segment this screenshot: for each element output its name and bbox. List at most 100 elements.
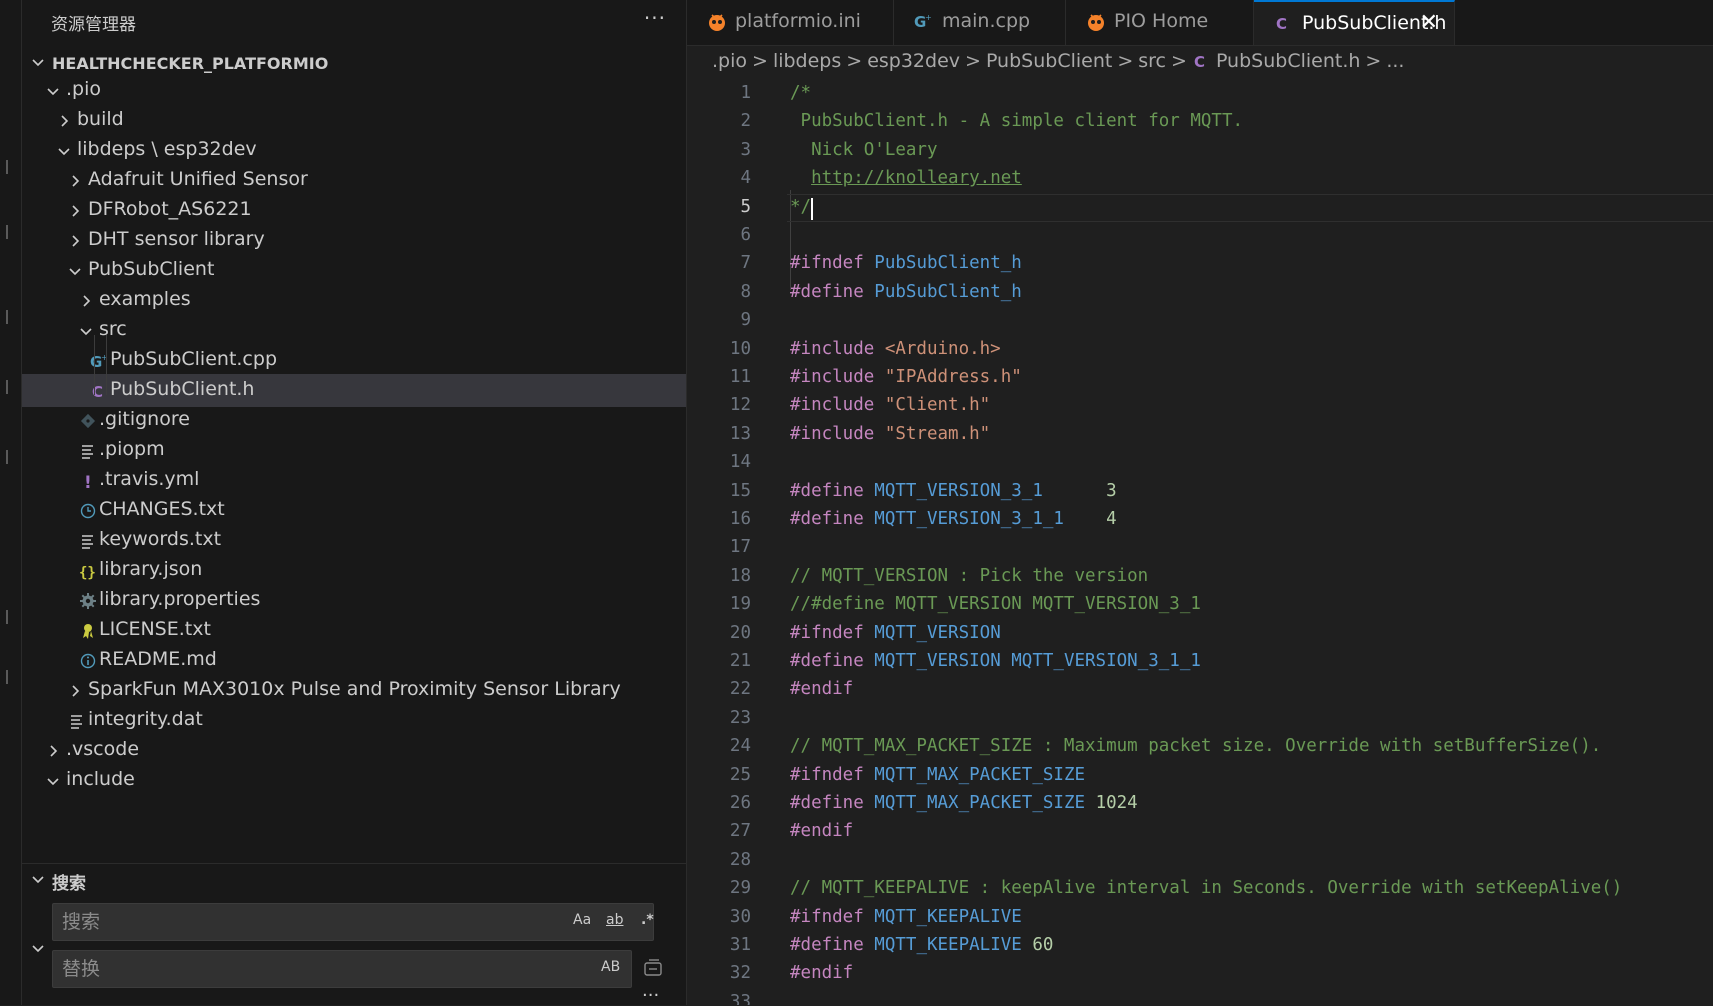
folder-row[interactable]: SparkFun MAX3010x Pulse and Proximity Se… — [22, 674, 686, 707]
match-whole-word-toggle[interactable]: ab — [606, 912, 623, 928]
folder-row[interactable]: include — [22, 764, 686, 797]
code-line[interactable]: 13 #include "Stream.h" — [687, 421, 1713, 449]
chevron-right-icon[interactable] — [67, 172, 85, 190]
code-line[interactable]: 18 // MQTT_VERSION : Pick the version — [687, 563, 1713, 591]
code-line[interactable]: 5 */ — [687, 193, 1713, 222]
chevron-down-icon[interactable] — [45, 82, 63, 100]
code-line[interactable]: 31 #define MQTT_KEEPALIVE 60 — [687, 932, 1713, 960]
file-row[interactable]: .gitignore — [22, 404, 686, 437]
file-row[interactable]: G + PubSubClient.cpp — [22, 344, 686, 377]
code-line[interactable]: 16 #define MQTT_VERSION_3_1_1 4 — [687, 506, 1713, 534]
chevron-right-icon[interactable] — [56, 112, 74, 130]
search-input[interactable] — [53, 904, 544, 940]
tab-main-cpp[interactable]: G + main.cpp — [894, 0, 1066, 45]
tab-platformio-ini[interactable]: platformio.ini — [687, 0, 894, 45]
folder-row[interactable]: .vscode — [22, 734, 686, 767]
breadcrumb-item[interactable]: PubSubClient — [986, 50, 1112, 72]
search-panel-header[interactable]: 搜索 — [22, 863, 686, 896]
breadcrumb-item[interactable]: esp32dev — [867, 50, 960, 72]
code-line[interactable]: 17 — [687, 534, 1713, 562]
code-line[interactable]: 28 — [687, 847, 1713, 875]
breadcrumb-item[interactable]: PubSubClient.h — [1216, 50, 1360, 72]
code-line[interactable]: 11 #include "IPAddress.h" — [687, 364, 1713, 392]
file-row[interactable]: ! .travis.yml — [22, 464, 686, 497]
folder-row[interactable]: examples — [22, 284, 686, 317]
code-line[interactable]: 21 #define MQTT_VERSION MQTT_VERSION_3_1_… — [687, 648, 1713, 676]
activity-marker[interactable] — [0, 670, 8, 684]
match-case-toggle[interactable]: Aa — [573, 912, 591, 928]
file-row[interactable]: integrity.dat — [22, 704, 686, 737]
code-line[interactable]: 2 PubSubClient.h - A simple client for M… — [687, 108, 1713, 136]
folder-row[interactable]: Adafruit Unified Sensor — [22, 164, 686, 197]
breadcrumb-item[interactable]: libdeps — [773, 50, 841, 72]
file-row[interactable]: {} library.json — [22, 554, 686, 587]
chevron-right-icon[interactable] — [67, 682, 85, 700]
breadcrumb-item[interactable]: .pio — [712, 50, 747, 72]
code-line[interactable]: 25 #ifndef MQTT_MAX_PACKET_SIZE — [687, 762, 1713, 790]
chevron-down-icon[interactable] — [45, 772, 63, 790]
folder-row[interactable]: PubSubClient — [22, 254, 686, 287]
file-row[interactable]: keywords.txt — [22, 524, 686, 557]
more-actions-icon[interactable]: ··· — [644, 6, 666, 30]
folder-row[interactable]: src — [22, 314, 686, 347]
preserve-case-toggle[interactable]: AB — [601, 959, 620, 975]
activity-marker[interactable] — [0, 380, 8, 394]
breadcrumb-item[interactable]: src — [1138, 50, 1166, 72]
folder-row[interactable]: DFRobot_AS6221 — [22, 194, 686, 227]
code-line[interactable]: 24 // MQTT_MAX_PACKET_SIZE : Maximum pack… — [687, 733, 1713, 761]
code-line[interactable]: 8 #define PubSubClient_h — [687, 279, 1713, 307]
code-line[interactable]: 6 — [687, 222, 1713, 250]
code-line[interactable]: 12 #include "Client.h" — [687, 392, 1713, 420]
chevron-down-icon[interactable] — [56, 142, 74, 160]
activity-marker[interactable] — [0, 160, 8, 174]
file-row[interactable]: .piopm — [22, 434, 686, 467]
replace-all-icon[interactable] — [642, 957, 666, 979]
activity-marker[interactable] — [0, 610, 8, 624]
more-actions-icon[interactable]: ··· — [642, 985, 659, 1006]
file-row[interactable]: C PubSubClient.h — [22, 374, 686, 407]
folder-row[interactable]: libdeps \ esp32dev — [22, 134, 686, 167]
project-header[interactable]: HEALTHCHECKER_PLATFORMIO — [22, 48, 686, 78]
code-line[interactable]: 3 Nick O'Leary — [687, 137, 1713, 165]
code-line[interactable]: 32 #endif — [687, 960, 1713, 988]
chevron-right-icon[interactable] — [67, 232, 85, 250]
file-row[interactable]: library.properties — [22, 584, 686, 617]
tab-pio-home[interactable]: PIO Home — [1066, 0, 1254, 45]
code-line[interactable]: 29 // MQTT_KEEPALIVE : keepAlive interval… — [687, 875, 1713, 903]
code-line[interactable]: 27 #endif — [687, 818, 1713, 846]
regex-toggle[interactable]: .* — [641, 912, 654, 928]
chevron-right-icon[interactable] — [45, 742, 63, 760]
activity-marker[interactable] — [0, 450, 8, 464]
replace-toggle-chevron-icon[interactable] — [30, 940, 46, 960]
code-line[interactable]: 1 /* — [687, 80, 1713, 108]
chevron-down-icon[interactable] — [30, 871, 46, 891]
code-line[interactable]: 19 //#define MQTT_VERSION MQTT_VERSION_3_… — [687, 591, 1713, 619]
file-row[interactable]: CHANGES.txt — [22, 494, 686, 527]
activity-marker[interactable] — [0, 310, 8, 324]
code-line[interactable]: 33 — [687, 989, 1713, 1005]
chevron-down-icon[interactable] — [30, 54, 46, 74]
chevron-down-icon[interactable] — [67, 262, 85, 280]
replace-input[interactable] — [53, 951, 527, 987]
code-editor[interactable]: 1 /* 2 PubSubClient.h - A simple client fo… — [687, 80, 1713, 1005]
file-row[interactable]: LICENSE.txt — [22, 614, 686, 647]
code-line[interactable]: 30 #ifndef MQTT_KEEPALIVE — [687, 904, 1713, 932]
folder-row[interactable]: build — [22, 104, 686, 137]
folder-row[interactable]: DHT sensor library — [22, 224, 686, 257]
chevron-right-icon[interactable] — [78, 292, 96, 310]
code-line[interactable]: 14 — [687, 449, 1713, 477]
code-line[interactable]: 22 #endif — [687, 676, 1713, 704]
activity-marker[interactable] — [0, 225, 8, 239]
code-line[interactable]: 23 — [687, 705, 1713, 733]
file-row[interactable]: README.md — [22, 644, 686, 677]
code-line[interactable]: 10 #include <Arduino.h> — [687, 336, 1713, 364]
code-line[interactable]: 4 http://knolleary.net — [687, 165, 1713, 193]
close-icon[interactable]: ✕ — [1420, 10, 1438, 35]
breadcrumb-item[interactable]: ... — [1386, 50, 1404, 72]
tab-pubsubclient-h[interactable]: C PubSubClient.h ✕ — [1254, 0, 1455, 45]
code-line[interactable]: 9 — [687, 307, 1713, 335]
code-line[interactable]: 7 #ifndef PubSubClient_h — [687, 250, 1713, 278]
folder-row[interactable]: .pio — [22, 80, 686, 107]
code-line[interactable]: 20 #ifndef MQTT_VERSION — [687, 620, 1713, 648]
code-line[interactable]: 26 #define MQTT_MAX_PACKET_SIZE 1024 — [687, 790, 1713, 818]
